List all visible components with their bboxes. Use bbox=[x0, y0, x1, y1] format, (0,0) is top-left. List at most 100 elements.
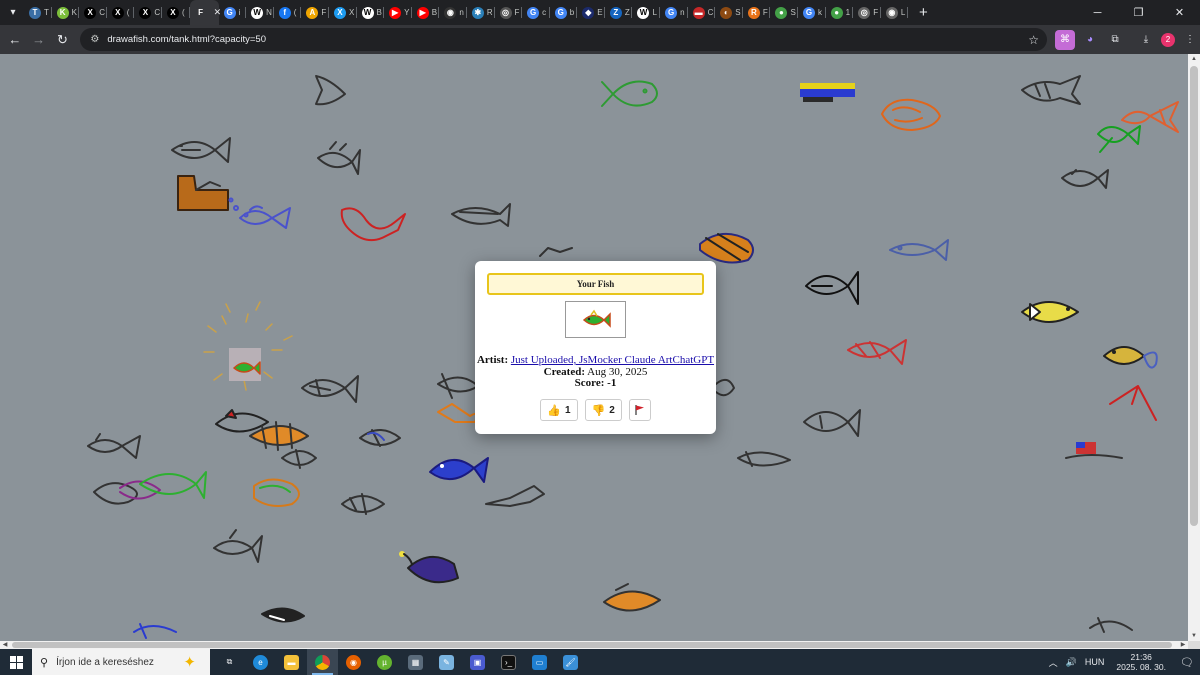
forward-icon[interactable]: → bbox=[27, 27, 51, 52]
fish[interactable] bbox=[803, 409, 861, 437]
vertical-scrollbar[interactable]: ▲ ▼ bbox=[1188, 54, 1200, 641]
fish[interactable] bbox=[213, 529, 263, 563]
extensions-puzzle-icon[interactable]: ⧉ bbox=[1105, 30, 1125, 50]
fish[interactable] bbox=[1065, 442, 1123, 459]
taskbar-save-app[interactable]: ▣ bbox=[462, 649, 493, 675]
fish[interactable] bbox=[1061, 169, 1109, 189]
fish[interactable] bbox=[281, 449, 317, 469]
fish[interactable] bbox=[881, 98, 941, 131]
fish[interactable] bbox=[177, 175, 229, 211]
minimize-icon[interactable]: ─ bbox=[1077, 0, 1118, 25]
fish[interactable] bbox=[715, 378, 735, 397]
fish[interactable] bbox=[93, 480, 161, 505]
taskbar-notes[interactable]: ✎ bbox=[431, 649, 462, 675]
fish[interactable] bbox=[1103, 346, 1158, 369]
fish[interactable] bbox=[737, 451, 791, 467]
fish[interactable] bbox=[1021, 301, 1079, 323]
tab-search-button[interactable]: ▾ bbox=[2, 2, 24, 24]
fish[interactable] bbox=[341, 493, 385, 515]
browser-tab[interactable]: Gk bbox=[798, 0, 826, 25]
browser-tab[interactable]: AF bbox=[301, 0, 329, 25]
browser-tab[interactable]: ▶ Y bbox=[384, 0, 412, 25]
fish[interactable] bbox=[1097, 125, 1141, 153]
new-tab-button[interactable]: + bbox=[915, 4, 931, 21]
fish[interactable] bbox=[539, 247, 573, 257]
browser-tab[interactable]: ◎ F bbox=[495, 0, 523, 25]
browser-tab[interactable]: XX bbox=[329, 0, 357, 25]
address-bar[interactable]: ⚙ drawafish.com/tank.html?capacity=50 ☆ bbox=[80, 28, 1048, 51]
scrollbar-thumb[interactable] bbox=[1190, 66, 1198, 526]
fish[interactable] bbox=[215, 409, 269, 433]
scroll-right-icon[interactable]: ▶ bbox=[1178, 641, 1188, 649]
fish[interactable] bbox=[429, 457, 489, 483]
browser-tab[interactable]: WL bbox=[632, 0, 660, 25]
browser-tab[interactable]: Gb bbox=[550, 0, 578, 25]
scroll-down-icon[interactable]: ▼ bbox=[1188, 631, 1200, 641]
back-icon[interactable]: ← bbox=[3, 27, 27, 52]
fish[interactable] bbox=[315, 75, 346, 106]
browser-tab[interactable]: ▶ B bbox=[412, 0, 440, 25]
fish[interactable] bbox=[359, 429, 401, 447]
site-info-icon[interactable]: ⚙ bbox=[90, 34, 99, 45]
browser-tab[interactable]: XC bbox=[134, 0, 162, 25]
task-view-button[interactable]: ⧉ bbox=[214, 649, 245, 675]
downvote-button[interactable]: 👎 2 bbox=[584, 399, 622, 421]
fish[interactable] bbox=[451, 203, 511, 227]
fish[interactable] bbox=[699, 233, 754, 264]
taskbar-search-box[interactable]: ⚲ Írjon ide a kereséshez ✦ bbox=[32, 649, 210, 675]
fish[interactable] bbox=[340, 207, 406, 242]
scrollbar-thumb[interactable] bbox=[12, 642, 1172, 648]
fish[interactable] bbox=[261, 607, 305, 623]
fish[interactable] bbox=[317, 141, 361, 175]
browser-tab[interactable]: RF bbox=[743, 0, 771, 25]
fish[interactable] bbox=[603, 583, 661, 612]
start-button[interactable] bbox=[0, 649, 32, 675]
scroll-left-icon[interactable]: ◀ bbox=[0, 641, 10, 649]
browser-tab[interactable]: ◉ n bbox=[439, 0, 467, 25]
browser-tab[interactable]: KK bbox=[52, 0, 80, 25]
taskbar-app[interactable]: ▭ bbox=[524, 649, 555, 675]
fish[interactable] bbox=[87, 433, 141, 459]
restore-icon[interactable]: ❐ bbox=[1118, 0, 1159, 25]
fish[interactable] bbox=[1109, 385, 1157, 421]
browser-tab[interactable]: ▬ C bbox=[688, 0, 716, 25]
browser-tab[interactable]: f( bbox=[274, 0, 302, 25]
volume-icon[interactable]: 🔊 bbox=[1062, 657, 1081, 668]
fish[interactable] bbox=[800, 83, 855, 102]
taskbar-paint[interactable]: 🖌 bbox=[555, 649, 586, 675]
taskbar-terminal[interactable]: ›_ bbox=[493, 649, 524, 675]
clock[interactable]: 21:36 2025. 08. 30. bbox=[1108, 652, 1174, 672]
browser-tab[interactable]: WN bbox=[246, 0, 274, 25]
browser-tab[interactable]: ◉ L bbox=[881, 0, 909, 25]
browser-tab[interactable]: Gn bbox=[660, 0, 688, 25]
fish[interactable] bbox=[485, 485, 545, 507]
fish[interactable] bbox=[805, 271, 859, 305]
fish[interactable] bbox=[133, 623, 177, 639]
search-highlight-icon[interactable]: ✦ bbox=[183, 653, 196, 671]
browser-tab[interactable]: ● 1 bbox=[826, 0, 854, 25]
upvote-button[interactable]: 👍 1 bbox=[540, 399, 578, 421]
extension-icon[interactable]: ◕ bbox=[1080, 30, 1100, 50]
close-window-icon[interactable]: ✕ bbox=[1159, 0, 1200, 25]
taskbar-calculator[interactable]: ▦ bbox=[400, 649, 431, 675]
fish[interactable] bbox=[399, 551, 459, 584]
browser-tab[interactable]: ◐ S bbox=[715, 0, 743, 25]
bookmark-star-icon[interactable]: ☆ bbox=[1028, 33, 1039, 47]
taskbar-edge[interactable]: e bbox=[245, 649, 276, 675]
browser-tab[interactable]: ● S bbox=[770, 0, 798, 25]
browser-tab[interactable]: TT bbox=[24, 0, 52, 25]
browser-tab[interactable]: X( bbox=[162, 0, 190, 25]
fish[interactable] bbox=[601, 80, 658, 107]
fish[interactable] bbox=[889, 239, 949, 261]
downloads-icon[interactable]: ⤓ bbox=[1136, 30, 1156, 50]
fish[interactable] bbox=[228, 197, 291, 229]
browser-tab[interactable]: X( bbox=[107, 0, 135, 25]
browser-tab[interactable]: ZZ bbox=[605, 0, 633, 25]
fish[interactable] bbox=[437, 403, 478, 423]
taskbar-chrome[interactable] bbox=[307, 649, 338, 675]
fish[interactable] bbox=[1021, 75, 1081, 105]
show-hidden-icons[interactable]: ︿ bbox=[1045, 656, 1062, 669]
reload-icon[interactable]: ↻ bbox=[51, 27, 75, 52]
browser-tab[interactable]: ◆ E bbox=[577, 0, 605, 25]
fish[interactable] bbox=[847, 339, 907, 365]
